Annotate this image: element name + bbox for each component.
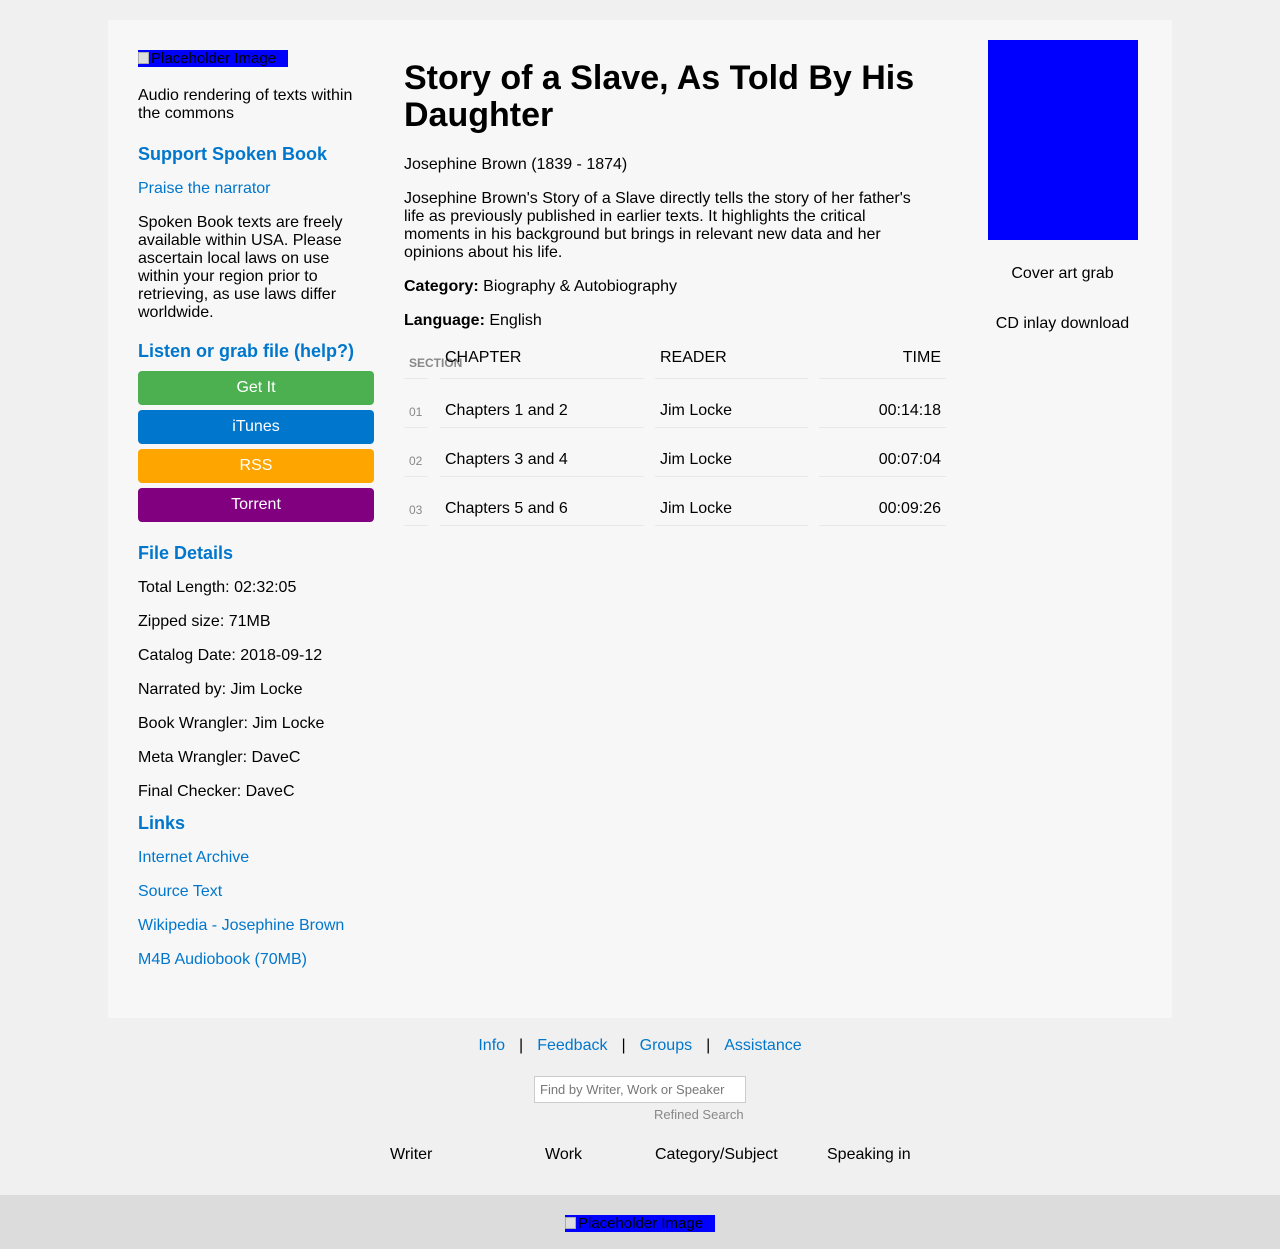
- detail-final-checker: Final Checker: DaveC: [138, 783, 295, 800]
- category: Category: Biography & Autobiography: [404, 278, 946, 296]
- browse-category[interactable]: Category/Subject: [655, 1146, 778, 1164]
- footer-info-link[interactable]: Info: [478, 1037, 505, 1054]
- file-details-list: Total Length: 02:32:05 Zipped size: 71MB…: [138, 579, 374, 805]
- itunes-button[interactable]: iTunes: [138, 410, 374, 444]
- refined-search-link[interactable]: Refined Search: [654, 1107, 744, 1122]
- browse-work[interactable]: Work: [545, 1146, 582, 1164]
- table-row[interactable]: 03 Chapters 5 and 6 Jim Locke 00:09:26: [404, 494, 946, 543]
- nav-separator: |: [519, 1037, 524, 1054]
- support-heading: Support Spoken Book: [138, 144, 327, 164]
- footer-logo-image[interactable]: Placeholder Image: [565, 1215, 715, 1232]
- chapter-title[interactable]: Chapters 1 and 2: [440, 396, 644, 428]
- main-content: Story of a Slave, As Told By His Daughte…: [404, 59, 946, 526]
- header-reader[interactable]: READER: [655, 347, 808, 379]
- section-number: 01: [404, 396, 428, 428]
- links-list: Internet Archive Source Text Wikipedia -…: [138, 849, 374, 985]
- tagline: Audio rendering of texts within the comm…: [138, 87, 353, 122]
- reader-name[interactable]: Jim Locke: [655, 494, 808, 526]
- browse-language[interactable]: Speaking in: [827, 1146, 911, 1164]
- language-value: English: [489, 312, 542, 329]
- track-time: 00:07:04: [819, 445, 946, 477]
- detail-narrated-by: Narrated by: Jim Locke: [138, 681, 303, 698]
- page-title: Story of a Slave, As Told By His Daughte…: [404, 59, 915, 134]
- track-time: 00:09:26: [819, 494, 946, 526]
- language-label: Language:: [404, 312, 485, 329]
- description: Josephine Brown's Story of a Slave direc…: [404, 190, 911, 261]
- usage-notice: Spoken Book texts are freely available w…: [138, 214, 343, 321]
- table-header: SECTION CHAPTER READER TIME: [404, 347, 946, 396]
- content-panel: Placeholder Image Audio rendering of tex…: [108, 20, 1172, 1018]
- footer-logo-alt-text: Placeholder Image: [578, 1215, 704, 1232]
- logo-alt-text: Placeholder Image: [151, 50, 277, 67]
- author: Josephine Brown (1839 - 1874): [404, 156, 628, 173]
- broken-image-icon: [565, 1217, 576, 1229]
- file-details-heading: File Details: [138, 543, 234, 563]
- table-row[interactable]: 01 Chapters 1 and 2 Jim Locke 00:14:18: [404, 396, 946, 445]
- table-row[interactable]: 02 Chapters 3 and 4 Jim Locke 00:07:04: [404, 445, 946, 494]
- category-value: Biography & Autobiography: [483, 278, 678, 295]
- wikipedia-link[interactable]: Wikipedia - Josephine Brown: [138, 917, 374, 951]
- internet-archive-link[interactable]: Internet Archive: [138, 849, 374, 883]
- sidebar: Placeholder Image Audio rendering of tex…: [138, 50, 374, 985]
- broken-image-icon: [138, 52, 149, 64]
- source-text-link[interactable]: Source Text: [138, 883, 374, 917]
- detail-catalog-date: Catalog Date: 2018-09-12: [138, 647, 323, 664]
- bottom-bar: Placeholder Image: [0, 1195, 1280, 1249]
- nav-separator: |: [706, 1037, 711, 1054]
- chapter-title[interactable]: Chapters 3 and 4: [440, 445, 644, 477]
- torrent-button[interactable]: Torrent: [138, 488, 374, 522]
- cover-image[interactable]: [987, 40, 1138, 240]
- get-it-button[interactable]: Get It: [138, 371, 374, 405]
- praise-narrator-link[interactable]: Praise the narrator: [138, 180, 374, 198]
- section-number: 03: [404, 494, 428, 526]
- m4b-audiobook-link[interactable]: M4B Audiobook (70MB): [138, 951, 374, 985]
- footer-nav: Info | Feedback | Groups | Assistance: [0, 1037, 1280, 1055]
- detail-book-wrangler: Book Wrangler: Jim Locke: [138, 715, 325, 732]
- track-time: 00:14:18: [819, 396, 946, 428]
- browse-writer[interactable]: Writer: [390, 1146, 432, 1164]
- rss-button[interactable]: RSS: [138, 449, 374, 483]
- reader-name[interactable]: Jim Locke: [655, 445, 808, 477]
- listen-heading[interactable]: Listen or grab file (help?): [138, 341, 374, 361]
- search-input[interactable]: [534, 1076, 746, 1103]
- detail-zipped-size: Zipped size: 71MB: [138, 613, 271, 630]
- track-table: SECTION CHAPTER READER TIME 01 Chapters …: [404, 347, 946, 543]
- header-time[interactable]: TIME: [819, 347, 946, 379]
- footer-assistance-link[interactable]: Assistance: [724, 1037, 801, 1054]
- section-number: 02: [404, 445, 428, 477]
- category-label: Category:: [404, 278, 479, 295]
- cover-art-link[interactable]: Cover art grab: [970, 265, 1155, 283]
- language: Language: English: [404, 312, 946, 330]
- detail-meta-wrangler: Meta Wrangler: DaveC: [138, 749, 301, 766]
- chapter-title[interactable]: Chapters 5 and 6: [440, 494, 644, 526]
- right-column: Cover art grab CD inlay download: [970, 40, 1155, 333]
- download-buttons: Get It iTunes RSS Torrent: [138, 371, 374, 522]
- header-chapter[interactable]: CHAPTER: [440, 347, 644, 379]
- header-section[interactable]: SECTION: [404, 347, 462, 379]
- detail-total-length: Total Length: 02:32:05: [138, 579, 297, 596]
- nav-separator: |: [621, 1037, 626, 1054]
- links-heading: Links: [138, 813, 186, 833]
- footer-groups-link[interactable]: Groups: [640, 1037, 692, 1054]
- reader-name[interactable]: Jim Locke: [655, 396, 808, 428]
- footer-feedback-link[interactable]: Feedback: [537, 1037, 607, 1054]
- logo-image[interactable]: Placeholder Image: [138, 50, 288, 67]
- cd-inlay-link[interactable]: CD inlay download: [970, 315, 1155, 333]
